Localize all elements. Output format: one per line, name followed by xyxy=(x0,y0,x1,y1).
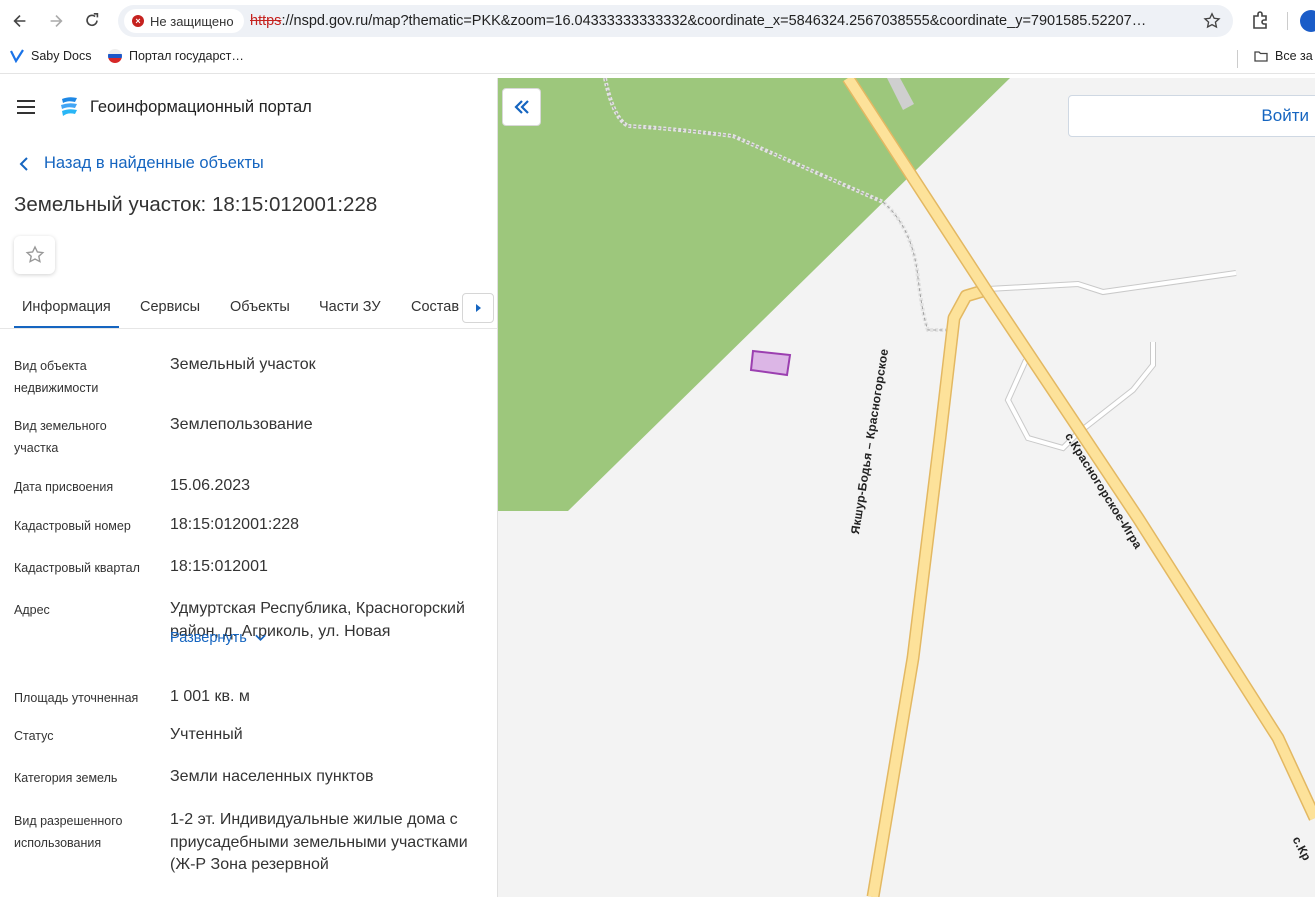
warning-icon: × xyxy=(132,15,144,27)
toolbar-divider xyxy=(1287,12,1288,30)
object-tabs: Информация Сервисы Объекты Части ЗУ Сост… xyxy=(0,291,497,329)
object-info-panel: Геоинформационный портал Назад в найденн… xyxy=(0,78,498,897)
back-to-results-link[interactable]: Назад в найденные объекты xyxy=(18,154,264,173)
property-label: Вид объекта недвижимости xyxy=(14,359,99,395)
portal-title: Геоинформационный портал xyxy=(90,98,312,116)
back-arrow-icon[interactable] xyxy=(7,8,33,34)
tabs-scroll-right-button[interactable] xyxy=(462,293,494,323)
property-value: Земельный участок xyxy=(170,356,316,373)
chevron-left-icon xyxy=(19,156,28,171)
url-text[interactable]: https://nspd.gov.ru/map?thematic=PKK&zoo… xyxy=(250,13,1190,29)
bookmark-saby-docs[interactable]: Saby Docs xyxy=(10,49,91,63)
double-chevron-left-icon xyxy=(513,100,529,114)
map-view[interactable]: Войти Якшур-Бодья – Красногорское с.Крас… xyxy=(498,78,1315,897)
tab-services[interactable]: Сервисы xyxy=(140,299,200,315)
property-value: 18:15:012001:228 xyxy=(170,516,300,533)
forward-arrow-icon[interactable] xyxy=(43,8,69,34)
insecure-label: Не защищено xyxy=(150,13,234,29)
tab-information[interactable]: Информация xyxy=(14,299,119,328)
address-bar[interactable]: × Не защищено https://nspd.gov.ru/map?th… xyxy=(118,5,1233,37)
map-canvas[interactable] xyxy=(498,78,1315,897)
property-value: Землепользование xyxy=(170,416,313,433)
panel-fade xyxy=(0,868,497,897)
portal-logo-icon xyxy=(61,97,77,116)
expand-link[interactable]: Развернуть xyxy=(170,630,266,646)
property-label: Статус xyxy=(14,729,54,743)
bookmarks-divider xyxy=(1237,50,1238,68)
login-box: Войти xyxy=(1068,95,1315,137)
caret-right-icon xyxy=(475,304,481,312)
property-value: 18:15:012001 xyxy=(170,558,268,575)
property-label: Категория земель xyxy=(14,771,118,785)
bookmark-gosuslugi[interactable]: Портал государст… xyxy=(108,49,244,63)
bookmarks-bar: Saby Docs Портал государст… Все за xyxy=(0,42,1315,74)
page-title: Земельный участок: 18:15:012001:228 xyxy=(14,193,378,216)
property-value: Учтенный xyxy=(170,726,243,743)
folder-icon xyxy=(1254,51,1268,62)
saby-icon xyxy=(10,49,24,63)
property-label: Кадастровый номер xyxy=(14,519,131,533)
property-label: Вид земельного участка xyxy=(14,419,107,455)
property-value: 1-2 эт. Индивидуальные жилые дома с приу… xyxy=(170,811,468,873)
property-label: Вид разрешенного использования xyxy=(14,814,123,850)
star-icon xyxy=(25,245,44,263)
security-indicator[interactable]: × Не защищено xyxy=(124,9,244,33)
property-label: Адрес xyxy=(14,603,50,617)
tab-objects[interactable]: Объекты xyxy=(230,299,290,315)
browser-toolbar: × Не защищено https://nspd.gov.ru/map?th… xyxy=(0,0,1315,42)
property-label: Кадастровый квартал xyxy=(14,561,140,575)
all-bookmarks[interactable]: Все за xyxy=(1254,49,1313,63)
tab-composition[interactable]: Состав xyxy=(411,299,459,315)
extensions-icon[interactable] xyxy=(1250,10,1270,30)
login-button[interactable]: Войти xyxy=(1261,106,1309,126)
property-value: 1 001 кв. м xyxy=(170,688,250,705)
menu-icon[interactable] xyxy=(17,100,35,114)
property-value: Земли населенных пунктов xyxy=(170,768,374,785)
property-label: Площадь уточненная xyxy=(14,691,139,705)
property-label: Дата присвоения xyxy=(14,480,114,494)
selected-parcel xyxy=(749,349,792,377)
profile-avatar[interactable] xyxy=(1300,10,1315,32)
russia-flag-icon xyxy=(108,49,122,63)
bookmark-star-icon[interactable] xyxy=(1203,12,1221,30)
chevron-down-icon xyxy=(255,634,266,642)
property-value: 15.06.2023 xyxy=(170,477,251,494)
tab-parcel-parts[interactable]: Части ЗУ xyxy=(319,299,381,315)
favorite-button[interactable] xyxy=(14,236,55,274)
collapse-panel-button[interactable] xyxy=(502,88,541,126)
reload-icon[interactable] xyxy=(79,8,105,34)
